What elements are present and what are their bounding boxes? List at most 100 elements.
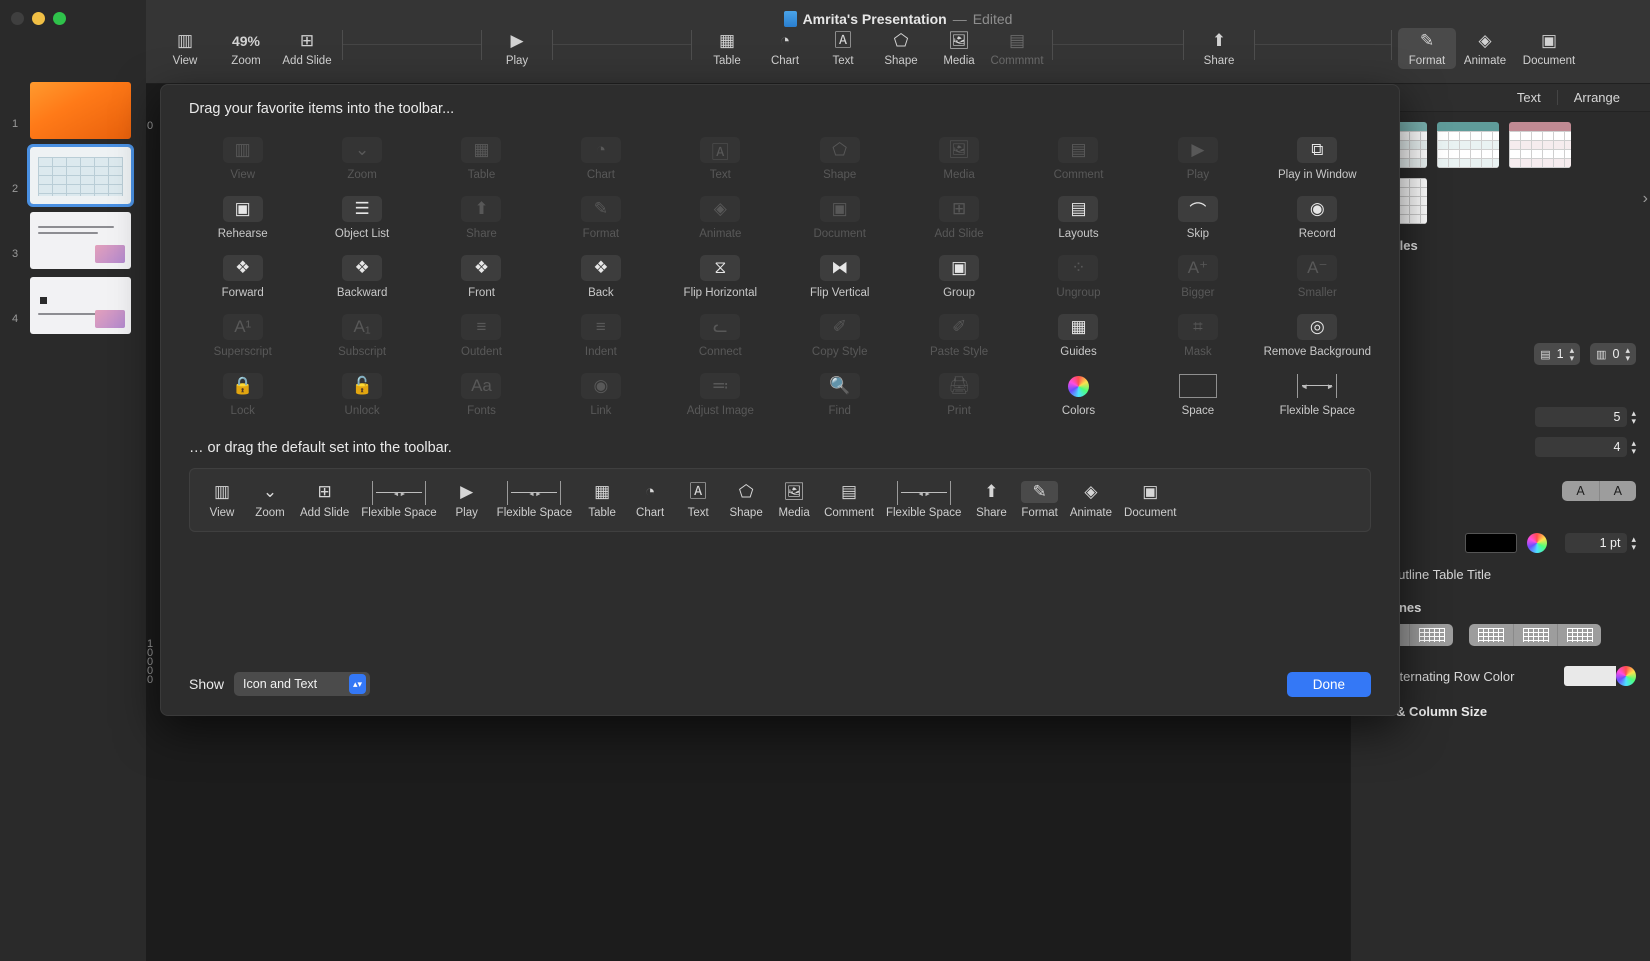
palette-item-format[interactable]: ✎ Format bbox=[541, 190, 660, 245]
palette-item-zoom[interactable]: ⌄ Zoom bbox=[302, 131, 421, 186]
stepper-arrows-icon[interactable]: ▴ ▾ bbox=[1631, 439, 1636, 456]
stepper-arrows-icon[interactable]: ▴ ▾ bbox=[1631, 535, 1636, 552]
show-mode-select[interactable]: Icon and Text ▴▾ bbox=[234, 672, 371, 696]
default-set-item-format[interactable]: ✎ Format bbox=[1015, 481, 1063, 519]
default-set-item-chart[interactable]: ◔ Chart bbox=[626, 481, 674, 519]
value-b-field[interactable]: 4 bbox=[1535, 437, 1628, 457]
palette-item-table[interactable]: ▦ Table bbox=[422, 131, 541, 186]
default-set-item-play[interactable]: ▶ Play bbox=[443, 481, 491, 519]
palette-item-share[interactable]: ⬆ Share bbox=[422, 190, 541, 245]
palette-item-guides[interactable]: ▦ Guides bbox=[1019, 308, 1138, 363]
list-item[interactable]: 4 bbox=[0, 275, 146, 340]
palette-item-print[interactable]: 🖨 Print bbox=[899, 367, 1018, 422]
gridline-option-1-button[interactable] bbox=[1469, 624, 1513, 646]
default-set-item-shape[interactable]: ⬠ Shape bbox=[722, 481, 770, 519]
alternating-row-color-row[interactable]: Alternating Row Color bbox=[1365, 666, 1636, 686]
default-set-item-table[interactable]: ▦ Table bbox=[578, 481, 626, 519]
default-set-item-text[interactable]: 🄰 Text bbox=[674, 481, 722, 519]
palette-item-play-in-window[interactable]: ⧉ Play in Window bbox=[1258, 131, 1377, 186]
palette-item-flip-vertical[interactable]: ⧓ Flip Vertical bbox=[780, 249, 899, 304]
palette-item-record[interactable]: ◉ Record bbox=[1258, 190, 1377, 245]
palette-item-bigger[interactable]: A⁺ Bigger bbox=[1138, 249, 1257, 304]
toolbar-animate-button[interactable]: ◈ Animate bbox=[1456, 30, 1514, 67]
palette-item-ungroup[interactable]: ⁘ Ungroup bbox=[1019, 249, 1138, 304]
default-toolbar-set[interactable]: ▥ View ⌄ Zoom ⊞ Add Slide Flexible Space ▶ Play F… bbox=[189, 468, 1371, 532]
palette-item-colors[interactable]: Colors bbox=[1019, 367, 1138, 422]
chevron-right-icon[interactable]: › bbox=[1643, 190, 1648, 208]
palette-item-view[interactable]: ▥ View bbox=[183, 131, 302, 186]
default-set-item-view[interactable]: ▥ View bbox=[198, 481, 246, 519]
table-style-swatch[interactable] bbox=[1509, 122, 1571, 168]
palette-item-play[interactable]: ▶ Play bbox=[1138, 131, 1257, 186]
palette-item-space[interactable]: Space bbox=[1138, 367, 1257, 422]
done-button[interactable]: Done bbox=[1286, 671, 1371, 697]
default-set-item-flexible-space[interactable]: Flexible Space bbox=[355, 481, 442, 519]
stepper-arrows-icon[interactable]: ▴ ▾ bbox=[1631, 409, 1636, 426]
palette-item-animate[interactable]: ◈ Animate bbox=[661, 190, 780, 245]
chevron-updown-icon[interactable]: ▴▾ bbox=[349, 674, 367, 694]
list-item[interactable]: 2 bbox=[0, 144, 146, 210]
tab-arrange[interactable]: Arrange bbox=[1556, 90, 1636, 105]
row-count-stepper[interactable]: ▤ 1 ▴ ▾ bbox=[1534, 343, 1581, 365]
palette-item-mask[interactable]: ⌗ Mask bbox=[1138, 308, 1257, 363]
palette-item-paste-style[interactable]: ✐ Paste Style bbox=[899, 308, 1018, 363]
list-item[interactable]: 3 bbox=[0, 210, 146, 275]
toolbar-format-button[interactable]: ✎ Format bbox=[1398, 28, 1456, 69]
toolbar-comment-button[interactable]: ▤ Commmnt bbox=[988, 30, 1046, 67]
palette-item-smaller[interactable]: A⁻ Smaller bbox=[1258, 249, 1377, 304]
palette-item-comment[interactable]: ▤ Comment bbox=[1019, 131, 1138, 186]
palette-item-flexible-space[interactable]: ◄ ► Flexible Space bbox=[1258, 367, 1377, 422]
palette-item-indent[interactable]: ≡ Indent bbox=[541, 308, 660, 363]
toolbar-play-button[interactable]: ▶ Play bbox=[488, 30, 546, 67]
text-size-small-button[interactable]: A bbox=[1562, 481, 1598, 501]
palette-item-add-slide[interactable]: ⊞ Add Slide bbox=[899, 190, 1018, 245]
slide-thumbnail[interactable] bbox=[30, 82, 131, 139]
stepper-arrows-icon[interactable]: ▴ ▾ bbox=[1625, 346, 1630, 363]
toolbar-add-slide-button[interactable]: ⊞ Add Slide bbox=[278, 30, 336, 67]
palette-item-connect[interactable]: ᓚ Connect bbox=[661, 308, 780, 363]
palette-item-flip-horizontal[interactable]: ⧖ Flip Horizontal bbox=[661, 249, 780, 304]
text-size-large-button[interactable]: A bbox=[1598, 481, 1636, 501]
default-set-item-comment[interactable]: ▤ Comment bbox=[818, 481, 880, 519]
palette-item-copy-style[interactable]: ✐ Copy Style bbox=[780, 308, 899, 363]
toolbar-share-button[interactable]: ⬆ Share bbox=[1190, 30, 1248, 67]
maximize-button[interactable] bbox=[53, 12, 66, 25]
palette-item-back[interactable]: ❖ Back bbox=[541, 249, 660, 304]
gridline-option-3-button[interactable] bbox=[1557, 624, 1601, 646]
toolbar-shape-button[interactable]: ⬠ Shape bbox=[872, 30, 930, 67]
palette-item-superscript[interactable]: A¹ Superscript bbox=[183, 308, 302, 363]
palette-item-forward[interactable]: ❖ Forward bbox=[183, 249, 302, 304]
toolbar-table-button[interactable]: ▦ Table bbox=[698, 30, 756, 67]
slide-thumbnail[interactable] bbox=[27, 144, 134, 207]
palette-item-backward[interactable]: ❖ Backward bbox=[302, 249, 421, 304]
palette-item-shape[interactable]: ⬠ Shape bbox=[780, 131, 899, 186]
toolbar-chart-button[interactable]: ◔ Chart bbox=[756, 30, 814, 67]
palette-item-fonts[interactable]: Aa Fonts bbox=[422, 367, 541, 422]
close-button[interactable] bbox=[11, 12, 24, 25]
toolbar-zoom-button[interactable]: 49% Zoom bbox=[214, 30, 278, 67]
palette-item-media[interactable]: 🖼 Media bbox=[899, 131, 1018, 186]
default-set-item-media[interactable]: 🖼 Media bbox=[770, 481, 818, 519]
palette-item-adjust-image[interactable]: ≕ Adjust Image bbox=[661, 367, 780, 422]
palette-item-outdent[interactable]: ≡ Outdent bbox=[422, 308, 541, 363]
toolbar-text-button[interactable]: 🄰 Text bbox=[814, 30, 872, 67]
alternating-row-color-swatch[interactable] bbox=[1564, 666, 1616, 686]
palette-item-group[interactable]: ▣ Group bbox=[899, 249, 1018, 304]
palette-item-chart[interactable]: ◔ Chart bbox=[541, 131, 660, 186]
palette-item-rehearse[interactable]: ▣ Rehearse bbox=[183, 190, 302, 245]
default-set-item-animate[interactable]: ◈ Animate bbox=[1064, 481, 1118, 519]
gridline-vertical-button[interactable] bbox=[1409, 624, 1453, 646]
palette-item-remove-background[interactable]: ◎ Remove Background bbox=[1258, 308, 1377, 363]
tab-text[interactable]: Text bbox=[1501, 90, 1557, 105]
border-width-field[interactable]: 1 pt bbox=[1565, 533, 1628, 553]
palette-item-layouts[interactable]: ▤ Layouts bbox=[1019, 190, 1138, 245]
palette-item-unlock[interactable]: 🔓 Unlock bbox=[302, 367, 421, 422]
toolbar-media-button[interactable]: 🖼 Media bbox=[930, 30, 988, 67]
palette-item-object-list[interactable]: ☰ Object List bbox=[302, 190, 421, 245]
outline-table-title-row[interactable]: Outline Table Title bbox=[1365, 567, 1636, 582]
minimize-button[interactable] bbox=[32, 12, 45, 25]
default-set-item-add-slide[interactable]: ⊞ Add Slide bbox=[294, 481, 355, 519]
palette-item-link[interactable]: ◉ Link bbox=[541, 367, 660, 422]
color-wheel-icon[interactable] bbox=[1616, 666, 1636, 686]
toolbar-document-button[interactable]: ▣ Document bbox=[1514, 30, 1584, 67]
